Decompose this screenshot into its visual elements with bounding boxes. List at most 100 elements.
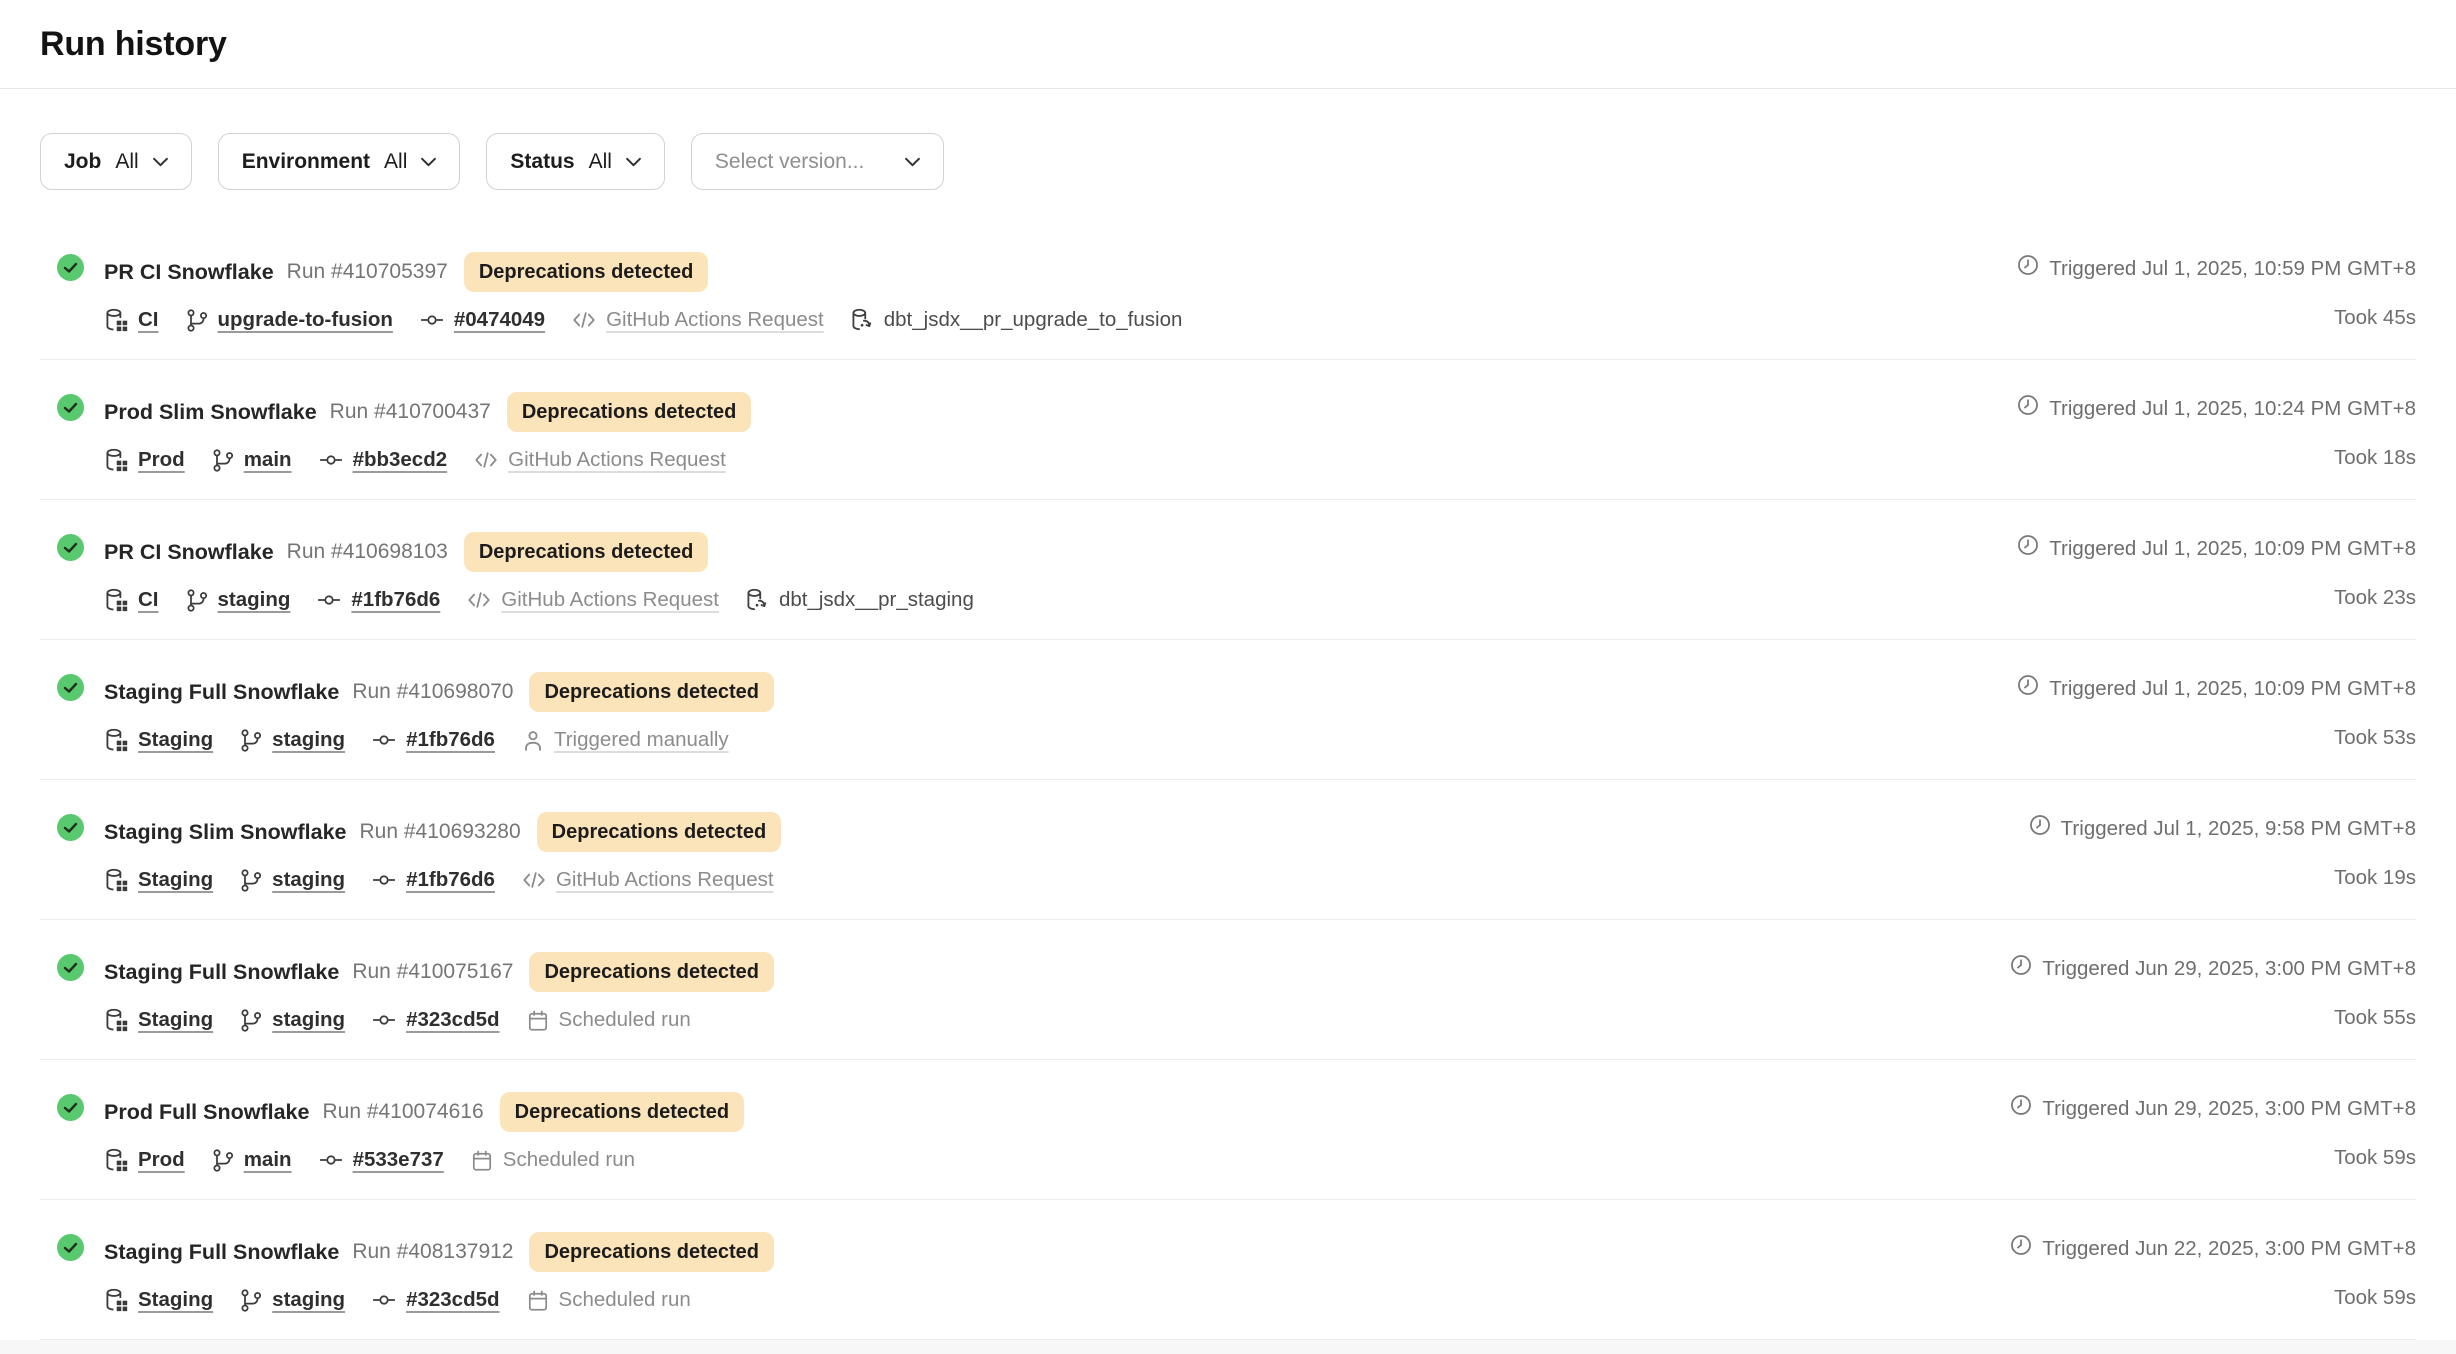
took-duration: Took 45s — [2334, 306, 2416, 330]
branch-link[interactable]: upgrade-to-fusion — [218, 308, 393, 332]
branch-link[interactable]: staging — [272, 1008, 345, 1032]
run-row[interactable]: Staging Full Snowflake Run #410075167 De… — [40, 920, 2416, 1060]
run-row-main: PR CI Snowflake Run #410705397 Deprecati… — [104, 252, 1182, 359]
trigger-label[interactable]: GitHub Actions Request — [556, 868, 774, 892]
git-commit-icon — [371, 1288, 397, 1312]
environment-icon — [104, 587, 129, 613]
branch-link[interactable]: main — [244, 1148, 292, 1172]
trigger-item: Scheduled run — [526, 1288, 691, 1313]
environment-link[interactable]: Prod — [138, 1148, 185, 1172]
triggered-at-text: Triggered Jul 1, 2025, 10:09 PM GMT+8 — [2049, 675, 2416, 703]
success-check-icon — [57, 814, 84, 841]
code-icon — [571, 308, 597, 332]
commit-link[interactable]: #323cd5d — [406, 1288, 499, 1312]
run-name[interactable]: Staging Slim Snowflake — [104, 817, 347, 847]
deprecations-badge: Deprecations detected — [537, 812, 782, 852]
commit-item: #0474049 — [419, 308, 545, 332]
version-select-placeholder: Select version... — [715, 150, 864, 174]
run-row-main: Prod Slim Snowflake Run #410700437 Depre… — [104, 392, 751, 499]
trigger-item: GitHub Actions Request — [466, 588, 719, 612]
environment-icon — [104, 1147, 129, 1173]
run-row[interactable]: Staging Slim Snowflake Run #410693280 De… — [40, 780, 2416, 920]
triggered-at-text: Triggered Jul 1, 2025, 9:58 PM GMT+8 — [2061, 815, 2416, 843]
environment-link[interactable]: CI — [138, 308, 159, 332]
took-duration: Took 23s — [2334, 586, 2416, 610]
run-row[interactable]: PR CI Snowflake Run #410698103 Deprecati… — [40, 500, 2416, 640]
run-number: Run #408137912 — [352, 1237, 513, 1267]
run-row-right: Triggered Jul 1, 2025, 10:09 PM GMT+8 To… — [2016, 672, 2416, 779]
git-branch-icon — [211, 1148, 235, 1173]
trigger-label[interactable]: Triggered manually — [554, 728, 729, 752]
commit-link[interactable]: #1fb76d6 — [406, 728, 495, 752]
run-name[interactable]: Staging Full Snowflake — [104, 677, 339, 707]
took-duration: Took 53s — [2334, 726, 2416, 750]
commit-link[interactable]: #0474049 — [454, 308, 545, 332]
schema-label: dbt_jsdx__pr_upgrade_to_fusion — [884, 308, 1183, 332]
run-title-line: Staging Full Snowflake Run #408137912 De… — [104, 1232, 774, 1272]
environment-link[interactable]: Staging — [138, 1008, 213, 1032]
run-number: Run #410698103 — [287, 537, 448, 567]
run-row[interactable]: Staging Full Snowflake Run #410698070 De… — [40, 640, 2416, 780]
commit-item: #323cd5d — [371, 1288, 499, 1312]
page-header: Run history — [0, 0, 2456, 89]
environment-filter-button[interactable]: Environment All — [218, 133, 461, 190]
environment-link[interactable]: CI — [138, 588, 159, 612]
clock-icon — [2016, 393, 2040, 425]
run-row-main: Staging Full Snowflake Run #410698070 De… — [104, 672, 774, 779]
environment-link[interactable]: Staging — [138, 728, 213, 752]
run-row-left: Prod Slim Snowflake Run #410700437 Depre… — [57, 392, 751, 499]
run-row-right: Triggered Jul 1, 2025, 10:24 PM GMT+8 To… — [2016, 392, 2416, 499]
environment-item: Prod — [104, 447, 185, 473]
run-row[interactable]: Prod Slim Snowflake Run #410700437 Depre… — [40, 360, 2416, 500]
trigger-item: Scheduled run — [526, 1008, 691, 1033]
status-filter-button[interactable]: Status All — [486, 133, 665, 190]
run-row[interactable]: Staging Full Snowflake Run #408137912 De… — [40, 1200, 2416, 1340]
git-commit-icon — [316, 588, 342, 612]
environment-filter-value: All — [384, 150, 407, 174]
run-row[interactable]: Prod Full Snowflake Run #410074616 Depre… — [40, 1060, 2416, 1200]
run-name[interactable]: Prod Full Snowflake — [104, 1097, 309, 1127]
commit-link[interactable]: #1fb76d6 — [406, 868, 495, 892]
calendar-icon — [470, 1148, 494, 1173]
branch-link[interactable]: staging — [272, 868, 345, 892]
trigger-label[interactable]: GitHub Actions Request — [508, 448, 726, 472]
commit-link[interactable]: #1fb76d6 — [351, 588, 440, 612]
run-name[interactable]: Staging Full Snowflake — [104, 957, 339, 987]
run-row-main: Staging Full Snowflake Run #408137912 De… — [104, 1232, 774, 1339]
environment-item: Staging — [104, 1287, 213, 1313]
environment-link[interactable]: Prod — [138, 448, 185, 472]
trigger-label[interactable]: GitHub Actions Request — [501, 588, 719, 612]
branch-link[interactable]: main — [244, 448, 292, 472]
triggered-at: Triggered Jul 1, 2025, 10:59 PM GMT+8 — [2016, 253, 2416, 285]
clock-icon — [2028, 813, 2052, 845]
commit-link[interactable]: #323cd5d — [406, 1008, 499, 1032]
run-name[interactable]: Staging Full Snowflake — [104, 1237, 339, 1267]
run-row-right: Triggered Jul 1, 2025, 10:09 PM GMT+8 To… — [2016, 532, 2416, 639]
filter-bar: Job All Environment All Status All Selec… — [0, 133, 2456, 190]
triggered-at: Triggered Jul 1, 2025, 9:58 PM GMT+8 — [2028, 813, 2416, 845]
version-select[interactable]: Select version... — [691, 133, 944, 190]
run-row[interactable]: PR CI Snowflake Run #410705397 Deprecati… — [40, 220, 2416, 360]
environment-link[interactable]: Staging — [138, 1288, 213, 1312]
run-number: Run #410693280 — [360, 817, 521, 847]
run-row-right: Triggered Jun 29, 2025, 3:00 PM GMT+8 To… — [2009, 1092, 2416, 1199]
run-name[interactable]: PR CI Snowflake — [104, 257, 274, 287]
triggered-at-text: Triggered Jul 1, 2025, 10:09 PM GMT+8 — [2049, 535, 2416, 563]
run-name[interactable]: Prod Slim Snowflake — [104, 397, 317, 427]
commit-link[interactable]: #533e737 — [353, 1148, 444, 1172]
deprecations-badge: Deprecations detected — [507, 392, 752, 432]
triggered-at: Triggered Jun 29, 2025, 3:00 PM GMT+8 — [2009, 1093, 2416, 1125]
run-name[interactable]: PR CI Snowflake — [104, 537, 274, 567]
branch-link[interactable]: staging — [272, 1288, 345, 1312]
branch-link[interactable]: staging — [272, 728, 345, 752]
run-number: Run #410074616 — [322, 1097, 483, 1127]
environment-link[interactable]: Staging — [138, 868, 213, 892]
branch-item: staging — [239, 1288, 345, 1313]
commit-link[interactable]: #bb3ecd2 — [353, 448, 448, 472]
job-filter-button[interactable]: Job All — [40, 133, 192, 190]
environment-item: Staging — [104, 1007, 213, 1033]
trigger-label[interactable]: GitHub Actions Request — [606, 308, 824, 332]
run-row-left: PR CI Snowflake Run #410705397 Deprecati… — [57, 252, 1182, 359]
commit-item: #bb3ecd2 — [318, 448, 448, 472]
branch-link[interactable]: staging — [218, 588, 291, 612]
